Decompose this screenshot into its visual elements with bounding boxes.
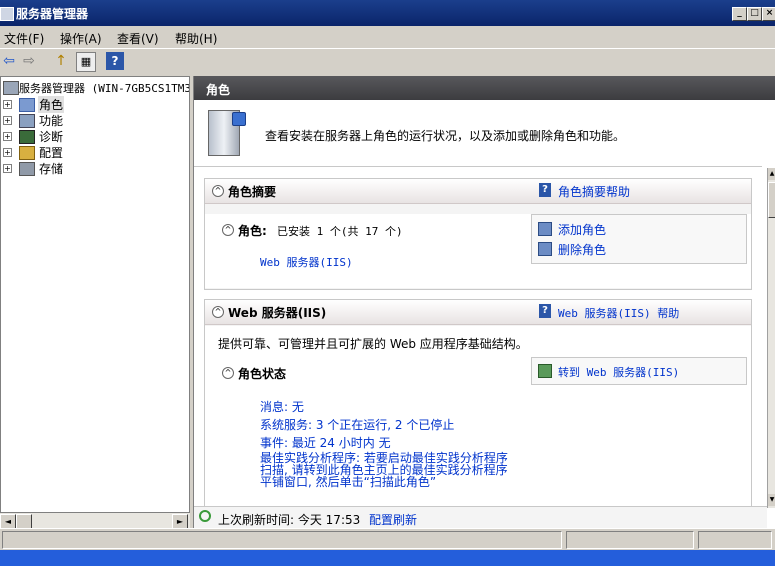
scroll-up-icon[interactable]: ▲ [768, 168, 775, 180]
web-server-body: 提供可靠、可管理并且可扩展的 Web 应用程序基础结构。 ^ 角色状态 转到 W… [205, 326, 751, 520]
show-hide-tree-icon[interactable]: ▦ [76, 52, 96, 72]
title-bar: 服务器管理器 _ □ × [0, 0, 775, 26]
bpa-text-line3[interactable]: 平铺窗口, 然后单击“扫描此角色” [260, 476, 436, 488]
navigation-tree: 服务器管理器 (WIN-7GB5CS1TM3 + 角色 + 功能 + 诊断 + … [0, 76, 190, 514]
remove-role-icon [538, 242, 552, 256]
collapse-icon[interactable]: ^ [212, 185, 224, 197]
roles-summary-help-link[interactable]: 角色摘要帮助 [558, 183, 630, 200]
web-server-role-link[interactable]: Web 服务器(IIS) [260, 254, 353, 270]
details-pane: 角色 查看安装在服务器上角色的运行状况，以及添加或删除角色和功能。 ^ 角色摘要… [193, 76, 775, 528]
status-bar [0, 528, 775, 551]
server-icon [3, 81, 19, 95]
remove-roles-link[interactable]: 删除角色 [558, 241, 606, 258]
expand-icon[interactable]: + [3, 132, 12, 141]
collapse-icon[interactable]: ^ [212, 306, 224, 318]
web-server-help-link[interactable]: Web 服务器(IIS) 帮助 [558, 305, 679, 321]
collapse-icon[interactable]: ^ [222, 224, 234, 236]
web-server-header[interactable]: ^ Web 服务器(IIS) ? Web 服务器(IIS) 帮助 [205, 300, 751, 325]
role-status-title: 角色状态 [238, 367, 287, 381]
scroll-thumb[interactable] [16, 514, 32, 529]
features-icon [19, 114, 35, 128]
refresh-icon[interactable] [199, 510, 211, 522]
close-button[interactable]: × [762, 7, 775, 21]
intro-panel: 查看安装在服务器上角色的运行状况，以及添加或删除角色和功能。 [194, 100, 762, 167]
menu-file[interactable]: 文件(F) [4, 30, 44, 47]
roles-summary-body: ^ 角色: 已安装 1 个(共 17 个) Web 服务器(IIS) 添加角色 … [205, 214, 751, 288]
maximize-button[interactable]: □ [747, 7, 762, 21]
refresh-bar: 上次刷新时间: 今天 17:53 配置刷新 [194, 506, 767, 529]
intro-text: 查看安装在服务器上角色的运行状况，以及添加或删除角色和功能。 [265, 129, 626, 143]
messages-link[interactable]: 消息: 无 [260, 398, 304, 415]
tree-item-roles[interactable]: + 角色 [1, 96, 189, 113]
roles-count: 已安装 1 个(共 17 个) [277, 225, 403, 238]
roles-icon [19, 98, 35, 112]
collapse-icon[interactable]: ^ [222, 367, 234, 379]
menu-bar: 文件(F) 操作(A) 查看(V) 帮助(H) [0, 26, 775, 48]
expand-icon[interactable]: + [3, 164, 12, 173]
menu-help[interactable]: 帮助(H) [175, 30, 217, 47]
tree-horizontal-scrollbar[interactable]: ◄ ► [0, 512, 190, 529]
back-arrow-icon[interactable]: ⇦ [0, 52, 18, 70]
details-vertical-scrollbar[interactable]: ▲ ▼ [767, 168, 775, 508]
help-icon[interactable]: ? [106, 52, 124, 70]
system-services-link[interactable]: 系统服务: 3 个正在运行, 2 个已停止 [260, 416, 454, 433]
configuration-icon [19, 146, 35, 160]
status-cell-main [2, 531, 562, 549]
last-refresh-text: 上次刷新时间: 今天 17:53 [218, 513, 361, 527]
toolbar: ⇦ ⇨ ↑ ▦ ? [0, 48, 775, 75]
goto-icon [538, 364, 552, 378]
expand-icon[interactable]: + [3, 100, 12, 109]
tree-item-label: 存储 [39, 162, 64, 176]
minimize-button[interactable]: _ [732, 7, 747, 21]
web-server-section: ^ Web 服务器(IIS) ? Web 服务器(IIS) 帮助 提供可靠、可管… [204, 299, 752, 521]
forward-arrow-icon[interactable]: ⇨ [20, 52, 38, 70]
add-role-icon [538, 222, 552, 236]
expand-icon[interactable]: + [3, 116, 12, 125]
tree-item-label: 角色 [38, 96, 65, 113]
scroll-thumb[interactable] [768, 182, 775, 218]
scroll-down-icon[interactable]: ▼ [768, 494, 775, 506]
roles-summary-header[interactable]: ^ 角色摘要 ? 角色摘要帮助 [205, 179, 751, 204]
tree-item-label: 功能 [39, 114, 64, 128]
storage-icon [19, 162, 35, 176]
status-cell-3 [698, 531, 772, 549]
add-roles-link[interactable]: 添加角色 [558, 221, 606, 238]
menu-action[interactable]: 操作(A) [60, 30, 102, 47]
web-server-title: Web 服务器(IIS) [228, 306, 327, 320]
scroll-right-icon[interactable]: ► [172, 514, 188, 529]
web-server-actions: 转到 Web 服务器(IIS) [531, 357, 747, 385]
roles-badge-icon [232, 112, 246, 126]
diagnostics-icon [19, 130, 35, 144]
configure-refresh-link[interactable]: 配置刷新 [369, 511, 417, 528]
up-folder-icon[interactable]: ↑ [52, 52, 70, 70]
web-server-description: 提供可靠、可管理并且可扩展的 Web 应用程序基础结构。 [218, 337, 528, 351]
pane-title: 角色 [206, 83, 231, 97]
taskbar [0, 550, 775, 566]
roles-summary-title: 角色摘要 [228, 185, 277, 199]
scroll-left-icon[interactable]: ◄ [0, 514, 16, 529]
help-icon: ? [539, 183, 551, 197]
status-cell-2 [566, 531, 694, 549]
roles-actions: 添加角色 删除角色 [531, 214, 747, 264]
help-icon: ? [539, 304, 551, 318]
goto-web-server-link[interactable]: 转到 Web 服务器(IIS) [558, 364, 679, 380]
menu-view[interactable]: 查看(V) [117, 30, 159, 47]
events-link[interactable]: 事件: 最近 24 小时内 无 [260, 434, 391, 451]
tree-item-label: 配置 [39, 146, 64, 160]
server-manager-icon [0, 7, 14, 21]
pane-header: 角色 [194, 76, 775, 100]
tree-item-label: 诊断 [39, 130, 64, 144]
expand-icon[interactable]: + [3, 148, 12, 157]
roles-label: 角色: [238, 224, 267, 238]
roles-summary-section: ^ 角色摘要 ? 角色摘要帮助 ^ 角色: 已安装 1 个(共 17 个) We… [204, 178, 752, 290]
tree-root-label: 服务器管理器 (WIN-7GB5CS1TM3 [19, 82, 190, 95]
window-title: 服务器管理器 [16, 7, 89, 21]
